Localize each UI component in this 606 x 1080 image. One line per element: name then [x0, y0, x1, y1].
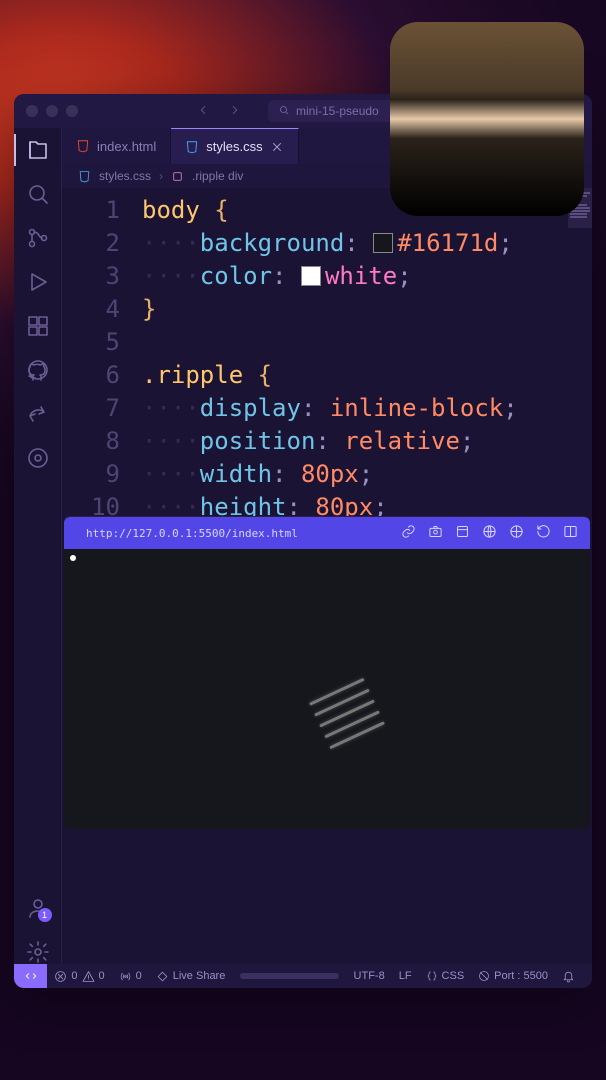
github-icon[interactable]	[26, 358, 50, 382]
status-language[interactable]: CSS	[419, 970, 472, 982]
tab-styles-css[interactable]: styles.css	[171, 128, 298, 164]
tab-index-html[interactable]: index.html	[62, 128, 171, 164]
extensions-icon[interactable]	[26, 314, 50, 338]
refresh-icon[interactable]	[536, 524, 551, 542]
activity-bar: 1	[14, 128, 62, 964]
quokka-icon[interactable]	[26, 446, 50, 470]
accounts-badge: 1	[38, 908, 52, 922]
chevron-right-icon: ›	[159, 169, 163, 183]
terminal-panel-collapsed[interactable]	[62, 829, 592, 964]
status-bell-icon[interactable]	[555, 970, 582, 983]
live-share-icon	[156, 970, 169, 983]
traffic-min-icon[interactable]	[46, 105, 58, 117]
status-problems[interactable]: 0 0	[47, 970, 111, 983]
browser-preview-panel: http://127.0.0.1:5500/index.html	[64, 516, 590, 829]
radio-icon	[119, 970, 132, 983]
status-port[interactable]: Port : 5500	[471, 970, 555, 982]
close-icon[interactable]	[270, 140, 284, 154]
no-port-icon	[478, 970, 490, 982]
camera-icon[interactable]	[428, 524, 443, 542]
window-controls[interactable]	[26, 105, 78, 117]
status-radio[interactable]: 0	[112, 970, 149, 983]
webcam-overlay	[390, 22, 584, 216]
search-text: mini-15-pseudo	[296, 104, 379, 118]
remote-indicator[interactable]	[14, 964, 47, 988]
traffic-max-icon[interactable]	[66, 105, 78, 117]
status-scrubber[interactable]	[240, 973, 338, 979]
tab-label: index.html	[97, 139, 156, 154]
accounts-icon[interactable]: 1	[26, 896, 50, 920]
source-control-icon[interactable]	[26, 226, 50, 250]
css-file-icon	[185, 140, 199, 154]
preview-url[interactable]: http://127.0.0.1:5500/index.html	[86, 527, 391, 540]
preview-motion-blur	[305, 670, 389, 758]
minimap[interactable]	[568, 188, 592, 516]
nav-back-icon[interactable]	[196, 103, 210, 120]
line-numbers: 12345678910	[62, 188, 134, 516]
devtools-icon[interactable]	[509, 524, 524, 542]
tab-label: styles.css	[206, 139, 262, 154]
preview-dot	[70, 555, 76, 561]
open-external-icon[interactable]	[455, 524, 470, 542]
preview-viewport[interactable]	[64, 549, 590, 829]
breadcrumb-file: styles.css	[99, 169, 151, 183]
status-encoding[interactable]: UTF-8	[347, 970, 392, 982]
nav-forward-icon[interactable]	[228, 103, 242, 120]
globe-icon[interactable]	[482, 524, 497, 542]
status-eol[interactable]: LF	[392, 970, 419, 982]
warning-icon	[82, 970, 95, 983]
vscode-window: mini-15-pseudo 1 index.html	[14, 94, 592, 988]
link-icon[interactable]	[401, 524, 416, 542]
search-panel-icon[interactable]	[26, 182, 50, 206]
share-icon[interactable]	[26, 402, 50, 426]
braces-icon	[426, 970, 438, 982]
explorer-icon[interactable]	[26, 138, 50, 162]
error-icon	[54, 970, 67, 983]
symbol-icon	[171, 170, 184, 183]
settings-gear-icon[interactable]	[26, 940, 50, 964]
breadcrumb-symbol: .ripple div	[192, 169, 243, 183]
preview-toolbar: http://127.0.0.1:5500/index.html	[64, 517, 590, 549]
split-icon[interactable]	[563, 524, 578, 542]
traffic-close-icon[interactable]	[26, 105, 38, 117]
code-content[interactable]: body { ····background: #16171d; ····colo…	[134, 188, 518, 516]
status-bar: 0 0 0 Live Share UTF-8 LF CSS Port : 550…	[14, 964, 592, 988]
run-debug-icon[interactable]	[26, 270, 50, 294]
css-file-icon	[78, 170, 91, 183]
search-icon	[278, 104, 290, 119]
html-file-icon	[76, 139, 90, 153]
code-editor[interactable]: 12345678910 body { ····background: #1617…	[62, 188, 592, 516]
status-live-share[interactable]: Live Share	[149, 970, 233, 983]
